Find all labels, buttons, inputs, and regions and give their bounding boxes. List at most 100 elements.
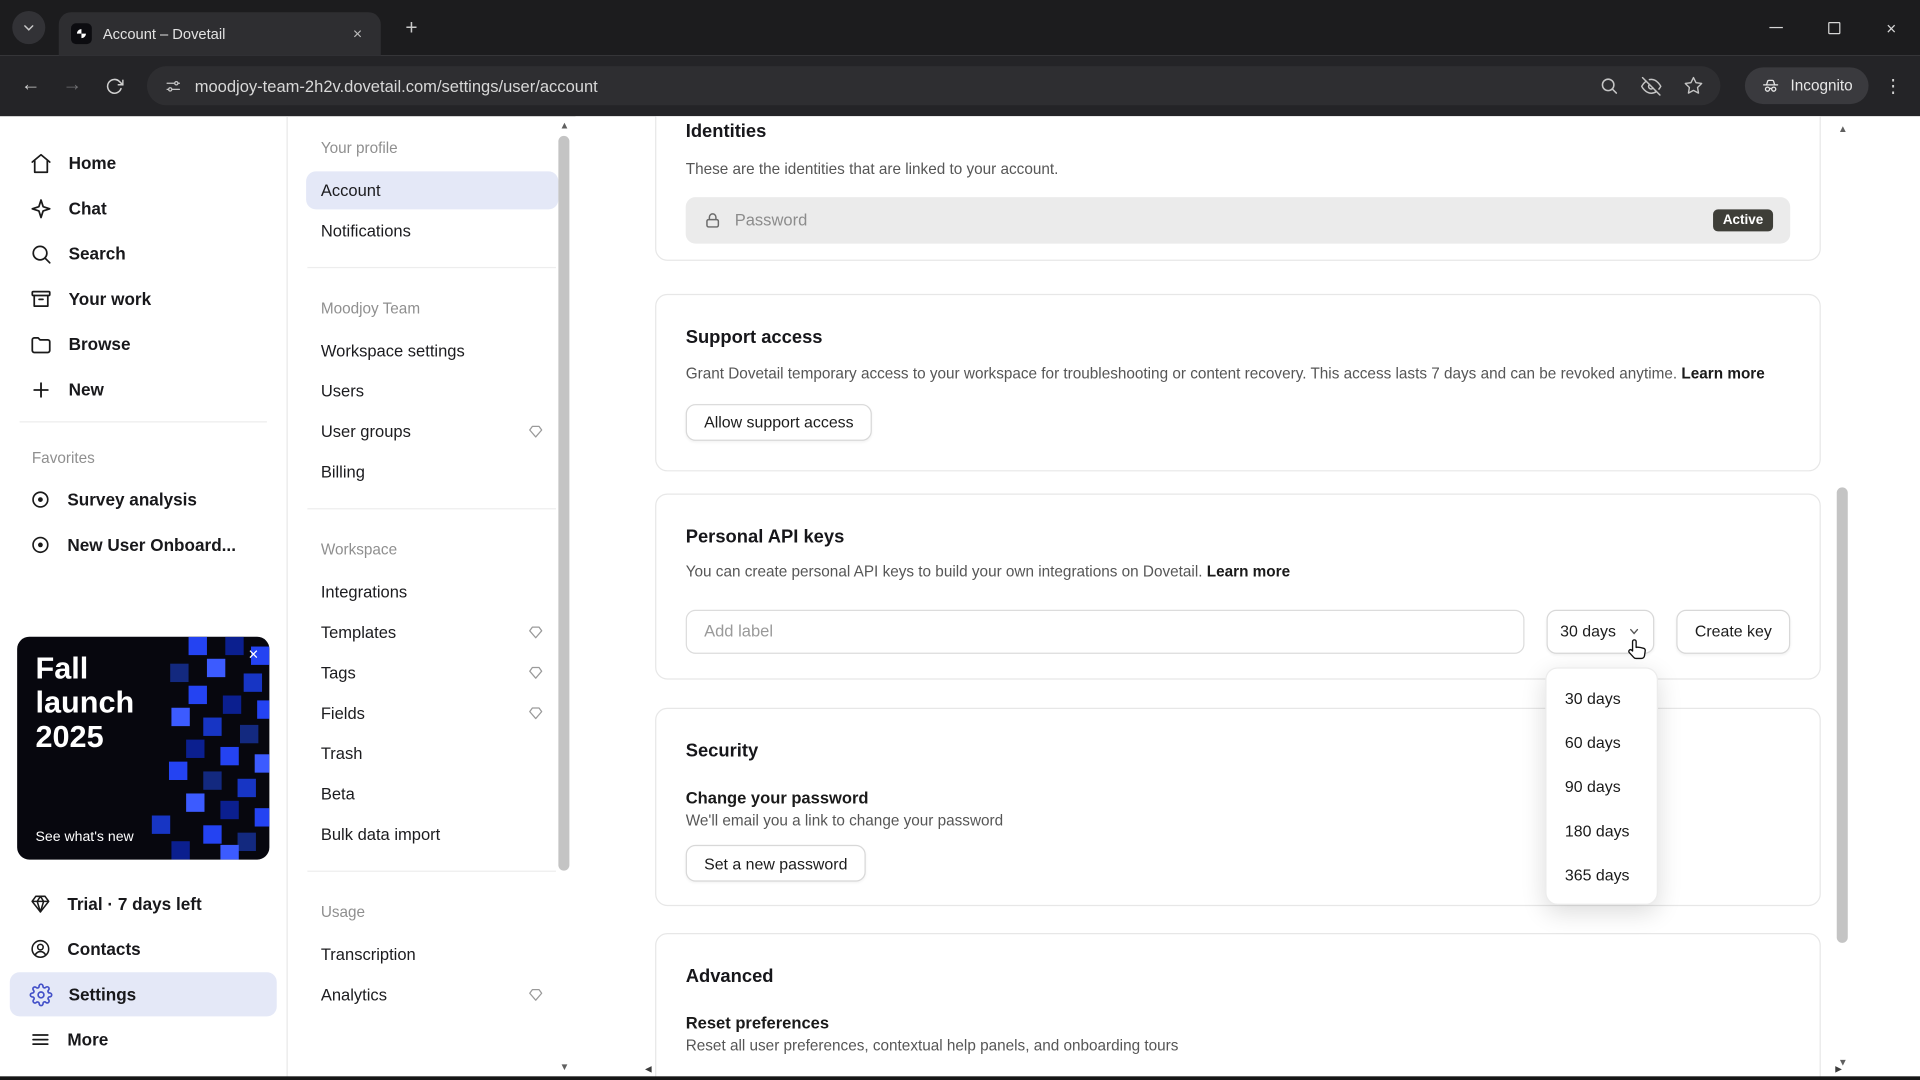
sidebar-item-your-work[interactable]: Your work xyxy=(10,277,277,321)
password-identity-row[interactable]: Password Active xyxy=(685,196,1791,244)
nav-item-label: Templates xyxy=(320,623,397,642)
sidebar-item-new[interactable]: New xyxy=(10,367,277,411)
settings-nav-item-bulk-data-import[interactable]: Bulk data import xyxy=(306,816,558,854)
promo-cta-link[interactable]: See what's new xyxy=(36,830,134,845)
upgrade-gem-icon xyxy=(528,987,544,1003)
promo-card-fall-launch[interactable]: Fall launch 2025 See what's new × xyxy=(17,636,270,860)
advanced-card: Advanced Reset preferences Reset all use… xyxy=(655,933,1821,1080)
sidebar-item-home[interactable]: Home xyxy=(10,141,277,185)
favorite-item-survey-analysis[interactable]: Survey analysis xyxy=(10,478,277,522)
expiry-option-60-days[interactable]: 60 days xyxy=(1554,720,1650,764)
browser-toolbar: ← → moodjoy-team-2h2v.dovetail.com/setti… xyxy=(0,55,1920,117)
upgrade-gem-icon xyxy=(528,624,544,640)
sidebar-item-label: Chat xyxy=(68,198,107,218)
url-text[interactable]: moodjoy-team-2h2v.dovetail.com/settings/… xyxy=(195,77,598,95)
create-key-button[interactable]: Create key xyxy=(1676,609,1791,654)
expiry-option-30-days[interactable]: 30 days xyxy=(1554,676,1650,720)
scroll-up-icon[interactable]: ▲ xyxy=(1834,124,1851,135)
expiry-option-90-days[interactable]: 90 days xyxy=(1554,764,1650,808)
settings-nav-item-notifications[interactable]: Notifications xyxy=(306,212,558,250)
settings-nav-item-trash[interactable]: Trash xyxy=(306,735,558,773)
chevron-down-icon xyxy=(24,25,34,31)
plus-icon xyxy=(33,381,49,398)
bookmark-star-icon[interactable] xyxy=(1684,76,1704,96)
browser-tab[interactable]: Account – Dovetail × xyxy=(58,12,381,56)
settings-nav-item-templates[interactable]: Templates xyxy=(306,613,558,651)
sidebar-item-label: New xyxy=(68,379,104,400)
address-bar[interactable]: moodjoy-team-2h2v.dovetail.com/settings/… xyxy=(146,66,1721,106)
nav-item-label: Fields xyxy=(320,704,365,723)
sidebar-item-label: Home xyxy=(68,153,117,173)
tab-close-icon[interactable]: × xyxy=(347,23,369,45)
settings-nav-divider xyxy=(307,508,556,510)
browser-menu-button[interactable]: ⋮ xyxy=(1876,75,1910,97)
gem-icon xyxy=(31,895,50,913)
scroll-up-icon[interactable]: ▲ xyxy=(556,120,573,131)
page-scrollbar: ▲ ▼ xyxy=(1834,116,1851,1080)
settings-nav-item-workspace-settings[interactable]: Workspace settings xyxy=(306,332,558,370)
site-info-icon[interactable] xyxy=(164,77,182,95)
maximize-icon xyxy=(1827,21,1840,34)
forward-button[interactable]: → xyxy=(51,65,93,107)
reset-preferences-title: Reset preferences xyxy=(685,1013,830,1033)
sidebar-item-trial[interactable]: Trial · 7 days left xyxy=(10,882,277,926)
settings-nav-item-fields[interactable]: Fields xyxy=(306,694,558,732)
expiry-option-365-days[interactable]: 365 days xyxy=(1554,852,1650,896)
scrollbar-thumb[interactable] xyxy=(1836,487,1848,943)
settings-nav-item-billing[interactable]: Billing xyxy=(306,453,558,491)
settings-nav-item-tags[interactable]: Tags xyxy=(306,654,558,692)
support-access-description: Grant Dovetail temporary access to your … xyxy=(686,364,1790,385)
sidebar-item-settings[interactable]: Settings xyxy=(9,972,277,1017)
nav-item-label: Integrations xyxy=(320,582,408,602)
sidebar-item-chat[interactable]: Chat xyxy=(10,186,277,230)
nav-item-label: Analytics xyxy=(320,985,387,1005)
scroll-left-icon[interactable]: ◄ xyxy=(643,1063,654,1075)
incognito-label: Incognito xyxy=(1790,77,1853,95)
zoom-icon[interactable] xyxy=(1600,76,1620,96)
sidebar-item-contacts[interactable]: Contacts xyxy=(10,927,277,971)
reload-button[interactable] xyxy=(93,65,135,107)
scroll-right-icon[interactable]: ► xyxy=(1833,1063,1844,1075)
set-new-password-button[interactable]: Set a new password xyxy=(685,844,866,882)
sidebar-item-search[interactable]: Search xyxy=(10,231,277,275)
gear-icon xyxy=(29,982,53,1006)
api-key-label-input[interactable] xyxy=(685,609,1525,654)
window-close-button[interactable]: × xyxy=(1862,0,1920,55)
window-bottom-border xyxy=(0,1076,1920,1080)
sidebar-footer: Trial · 7 days left Contacts Settings Mo… xyxy=(0,880,287,1062)
allow-support-access-button[interactable]: Allow support access xyxy=(685,403,872,441)
tab-title: Account – Dovetail xyxy=(102,25,226,43)
sidebar-item-more[interactable]: More xyxy=(10,1018,277,1062)
settings-nav-divider xyxy=(307,266,556,269)
settings-nav-item-account[interactable]: Account xyxy=(306,171,559,210)
settings-nav-item-transcription[interactable]: Transcription xyxy=(306,936,558,974)
favorites-heading: Favorites xyxy=(31,449,95,467)
browser-window: Account – Dovetail × + × ← → moodjoy-tea… xyxy=(0,0,1920,1080)
expiry-option-180-days[interactable]: 180 days xyxy=(1554,808,1650,852)
folder-icon xyxy=(31,336,51,353)
sidebar-item-browse[interactable]: Browse xyxy=(10,322,277,366)
promo-title: Fall launch 2025 xyxy=(35,651,135,755)
back-button[interactable]: ← xyxy=(10,65,52,107)
settings-nav-item-analytics[interactable]: Analytics xyxy=(306,976,558,1014)
target-icon xyxy=(32,536,49,554)
nav-item-label: Trash xyxy=(320,744,363,763)
person-icon xyxy=(31,939,50,959)
settings-section-heading: Moodjoy Team xyxy=(320,300,421,318)
new-tab-button[interactable]: + xyxy=(396,12,428,44)
window-minimize-button[interactable] xyxy=(1747,0,1805,55)
learn-more-link[interactable]: Learn more xyxy=(1207,563,1290,580)
favorite-item-new-user-onboarding[interactable]: New User Onboard... xyxy=(10,523,277,567)
sidebar-item-label: Trial · 7 days left xyxy=(67,893,202,914)
settings-nav-item-integrations[interactable]: Integrations xyxy=(306,573,558,611)
settings-nav-item-beta[interactable]: Beta xyxy=(306,775,558,813)
window-maximize-button[interactable] xyxy=(1805,0,1863,55)
scroll-down-icon[interactable]: ▼ xyxy=(556,1062,573,1073)
learn-more-link[interactable]: Learn more xyxy=(1681,365,1764,382)
scrollbar-thumb[interactable] xyxy=(558,135,570,871)
promo-close-icon[interactable]: × xyxy=(248,644,258,664)
settings-nav-item-user-groups[interactable]: User groups xyxy=(306,413,558,451)
settings-nav-item-users[interactable]: Users xyxy=(306,372,558,410)
eye-off-icon[interactable] xyxy=(1641,75,1662,96)
tab-search-button[interactable] xyxy=(12,11,46,45)
